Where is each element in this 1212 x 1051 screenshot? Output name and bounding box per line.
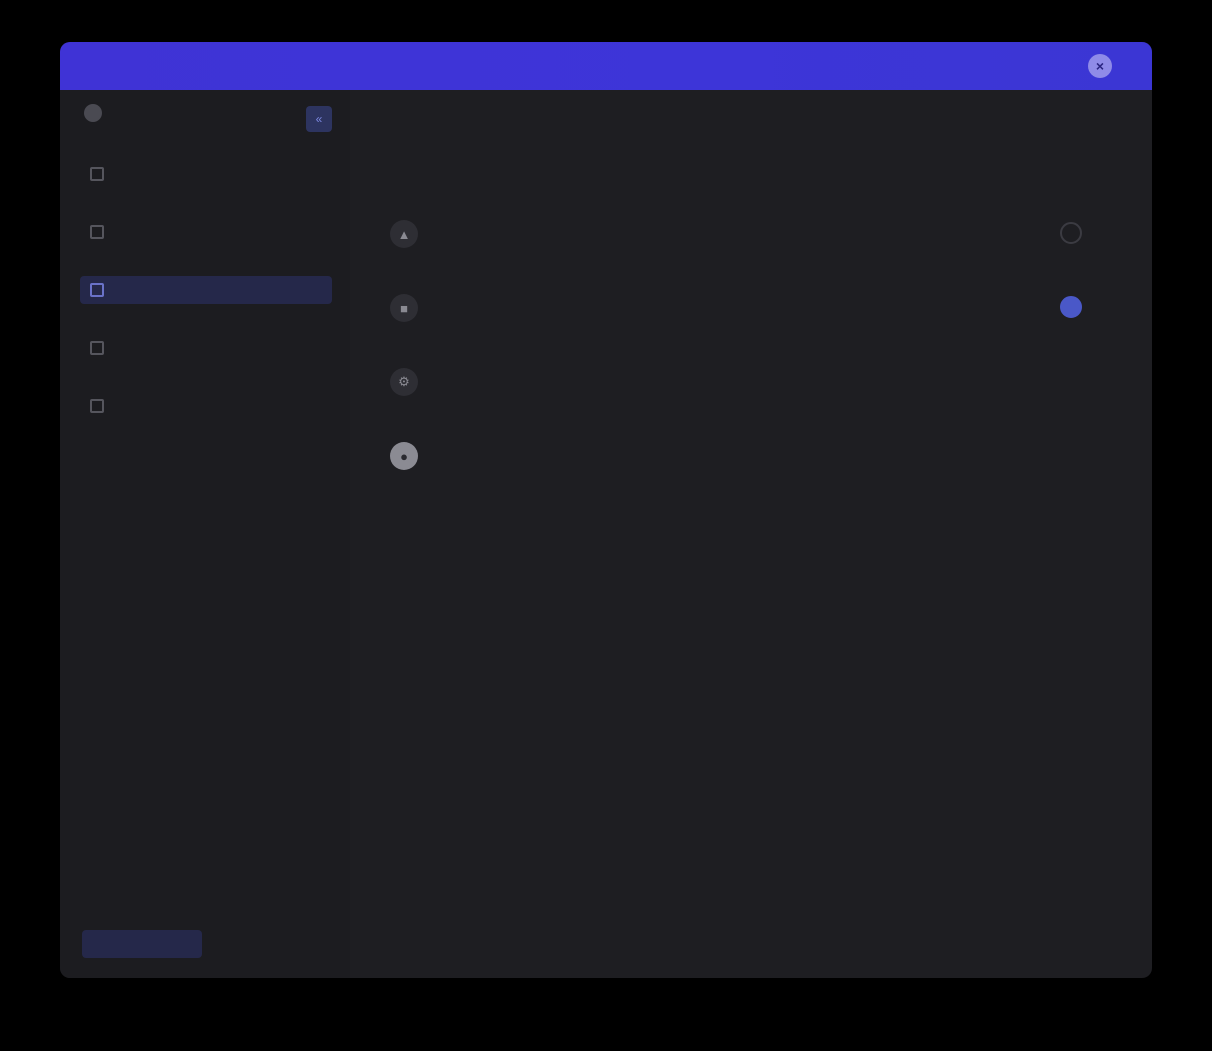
option-row-2[interactable]: ■ xyxy=(390,274,1112,348)
main-content: ▲ ■ ⚙ ● xyxy=(372,160,1112,496)
option-radio-selected[interactable] xyxy=(1060,296,1082,318)
option-row-1[interactable]: ▲ xyxy=(390,200,1112,274)
sidebar-footer-button[interactable] xyxy=(82,930,202,958)
sidebar-item-5[interactable] xyxy=(80,392,332,420)
title-bar: × xyxy=(60,42,1152,90)
nav-item-icon xyxy=(90,399,104,413)
brand xyxy=(84,104,112,122)
option-radio[interactable] xyxy=(1060,222,1082,244)
close-button[interactable]: × xyxy=(1088,54,1112,78)
logo-icon xyxy=(84,104,102,122)
shield-icon: ▲ xyxy=(390,220,418,248)
app-window: × « ▲ ■ ⚙ ● xyxy=(60,42,1152,978)
sidebar-item-2[interactable] xyxy=(80,218,332,246)
sidebar-item-3-active[interactable] xyxy=(80,276,332,304)
collapse-sidebar-button[interactable]: « xyxy=(306,106,332,132)
sidebar-item-1[interactable] xyxy=(80,160,332,188)
nav-item-icon xyxy=(90,225,104,239)
avatar-icon: ● xyxy=(390,442,418,470)
nav-item-icon xyxy=(90,341,104,355)
sidebar-item-4[interactable] xyxy=(80,334,332,362)
nav-item-icon xyxy=(90,167,104,181)
nav-item-icon xyxy=(90,283,104,297)
sidebar-nav xyxy=(80,160,332,450)
option-row-3[interactable]: ⚙ xyxy=(390,348,1112,422)
option-row-4[interactable]: ● xyxy=(390,422,1112,496)
gear-icon: ⚙ xyxy=(390,368,418,396)
lock-icon: ■ xyxy=(390,294,418,322)
